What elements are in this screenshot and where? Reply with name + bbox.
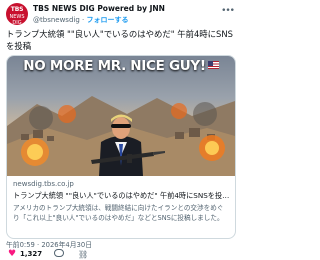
separator-dot: · — [82, 16, 85, 24]
avatar-logo-text: TBS — [10, 6, 24, 13]
card-title[interactable]: トランプ大統領 ""良い人"でいるのはやめだ" 午前4時にSNSを投稿 | TB… — [13, 191, 231, 201]
us-flag-icon — [207, 61, 219, 69]
tweet-timestamp[interactable]: 午前0:59 · 2026年4月30日 — [6, 239, 92, 249]
card-image[interactable]: NO MORE MR. NICE GUY! — [7, 56, 235, 176]
action-bar: ♥ 1,327 ⛓ — [6, 249, 234, 260]
handle-row: @tbsnewsdig · フォローする — [33, 15, 129, 25]
account-handle[interactable]: @tbsnewsdig — [33, 16, 80, 24]
more-horizontal-icon[interactable]: ••• — [221, 6, 235, 16]
account-name[interactable]: TBS NEWS DIG Powered by JNN — [33, 4, 165, 13]
tweet-text: トランプ大統領 ""良い人"でいるのはやめだ" 午前4時にSNSを投稿 — [6, 29, 233, 51]
card-image-scene — [7, 96, 235, 176]
image-banner-text: NO MORE MR. NICE GUY! — [23, 58, 206, 74]
tweet-header: TBS NEWS DIG TBS NEWS DIG Powered by JNN… — [6, 3, 235, 25]
reply-bubble-icon[interactable] — [54, 249, 64, 257]
avatar-logo-subtext: NEWS DIG — [9, 14, 25, 25]
link-card[interactable]: NO MORE MR. NICE GUY! newsdig.tbs.co.jp … — [6, 55, 236, 239]
follow-button[interactable]: フォローする — [87, 16, 129, 24]
image-banner: NO MORE MR. NICE GUY! — [7, 58, 235, 74]
card-domain: newsdig.tbs.co.jp — [13, 180, 74, 188]
avatar[interactable]: TBS NEWS DIG — [6, 3, 28, 25]
card-description: アメリカのトランプ大統領は、戦闘終結に向けたイランとの交渉をめぐり「これ以上"良… — [13, 204, 224, 222]
